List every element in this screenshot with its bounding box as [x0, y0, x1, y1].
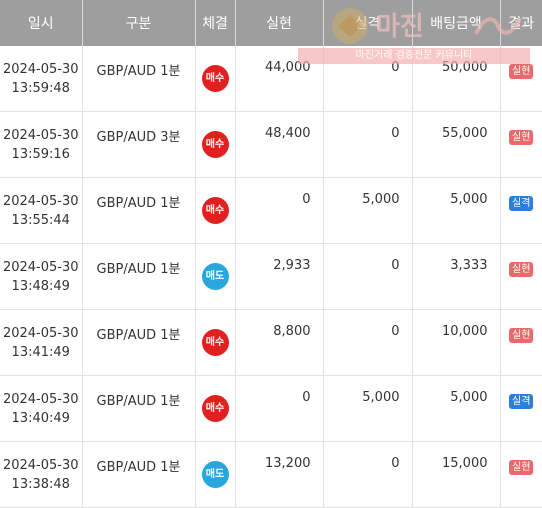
direction-badge: 매수 [201, 329, 229, 356]
table-row[interactable]: 2024-05-30 13:48:49 GBP/AUD 1분 매도 2,933 … [0, 243, 542, 310]
cell-loss: 0 [323, 46, 413, 112]
cell-result: 실격 [500, 177, 542, 244]
cell-result: 실격 [500, 375, 542, 442]
trade-history-table: 일시 구분 체결 실현 실격 배팅금액 결과 2024-05-30 13:59:… [0, 0, 542, 508]
table-row[interactable]: 2024-05-30 13:59:48 GBP/AUD 1분 매수 44,000… [0, 46, 542, 112]
cell-result: 실현 [500, 309, 542, 376]
cell-loss: 0 [323, 243, 413, 310]
result-badge: 실현 [509, 130, 534, 145]
cell-bet: 5,000 [412, 177, 501, 244]
cell-result: 실현 [500, 243, 542, 310]
cell-bet: 50,000 [412, 46, 501, 112]
cell-loss: 0 [323, 309, 413, 376]
cell-direction: 매수 [195, 111, 236, 178]
cell-loss: 5,000 [323, 177, 413, 244]
cell-datetime: 2024-05-30 13:59:48 [0, 46, 83, 112]
header-type[interactable]: 구분 [82, 0, 196, 46]
cell-direction: 매수 [195, 375, 236, 442]
cell-direction: 매도 [195, 243, 236, 310]
cell-datetime: 2024-05-30 13:40:49 [0, 375, 83, 442]
header-realized[interactable]: 실현 [235, 0, 324, 46]
cell-time: 13:59:16 [11, 147, 70, 162]
table-row[interactable]: 2024-05-30 13:55:44 GBP/AUD 1분 매수 0 5,00… [0, 177, 542, 244]
cell-datetime: 2024-05-30 13:38:48 [0, 441, 83, 508]
cell-direction: 매수 [195, 309, 236, 376]
header-date[interactable]: 일시 [0, 0, 83, 46]
table-row[interactable]: 2024-05-30 13:38:48 GBP/AUD 1분 매도 13,200… [0, 441, 542, 508]
cell-time: 13:40:49 [11, 411, 70, 426]
cell-type: GBP/AUD 1분 [82, 243, 196, 310]
cell-type: GBP/AUD 3분 [82, 111, 196, 178]
direction-badge: 매수 [201, 395, 229, 422]
cell-bet: 10,000 [412, 309, 501, 376]
result-badge: 실격 [509, 196, 534, 211]
cell-type: GBP/AUD 1분 [82, 375, 196, 442]
cell-loss: 0 [323, 441, 413, 508]
cell-datetime: 2024-05-30 13:59:16 [0, 111, 83, 178]
direction-badge: 매도 [201, 263, 229, 290]
header-row: 일시 구분 체결 실현 실격 배팅금액 결과 [0, 0, 542, 46]
cell-loss: 0 [323, 111, 413, 178]
cell-datetime: 2024-05-30 13:55:44 [0, 177, 83, 244]
cell-realized: 0 [235, 177, 324, 244]
direction-badge: 매수 [201, 131, 229, 158]
cell-time: 13:55:44 [11, 213, 70, 228]
cell-result: 실현 [500, 441, 542, 508]
table-row[interactable]: 2024-05-30 13:59:16 GBP/AUD 3분 매수 48,400… [0, 111, 542, 178]
cell-realized: 0 [235, 375, 324, 442]
cell-type: GBP/AUD 1분 [82, 177, 196, 244]
cell-date: 2024-05-30 [2, 458, 79, 473]
cell-loss: 5,000 [323, 375, 413, 442]
cell-date: 2024-05-30 [2, 392, 79, 407]
result-badge: 실현 [509, 460, 534, 475]
cell-bet: 5,000 [412, 375, 501, 442]
cell-datetime: 2024-05-30 13:48:49 [0, 243, 83, 310]
cell-realized: 8,800 [235, 309, 324, 376]
cell-date: 2024-05-30 [2, 260, 79, 275]
header-result[interactable]: 결과 [500, 0, 542, 46]
cell-type: GBP/AUD 1분 [82, 46, 196, 112]
trade-history-panel: 일시 구분 체결 실현 실격 배팅금액 결과 2024-05-30 13:59:… [0, 0, 542, 508]
cell-bet: 15,000 [412, 441, 501, 508]
table-header: 일시 구분 체결 실현 실격 배팅금액 결과 [0, 0, 542, 46]
cell-realized: 13,200 [235, 441, 324, 508]
cell-direction: 매도 [195, 441, 236, 508]
result-badge: 실현 [509, 328, 534, 343]
header-bet[interactable]: 배팅금액 [412, 0, 501, 46]
header-loss[interactable]: 실격 [323, 0, 413, 46]
cell-time: 13:48:49 [11, 279, 70, 294]
cell-date: 2024-05-30 [2, 128, 79, 143]
cell-direction: 매수 [195, 46, 236, 112]
cell-type: GBP/AUD 1분 [82, 441, 196, 508]
table-row[interactable]: 2024-05-30 13:40:49 GBP/AUD 1분 매수 0 5,00… [0, 375, 542, 442]
result-badge: 실현 [509, 262, 534, 277]
cell-result: 실현 [500, 111, 542, 178]
table-row[interactable]: 2024-05-30 13:41:49 GBP/AUD 1분 매수 8,800 … [0, 309, 542, 376]
cell-result: 실현 [500, 46, 542, 112]
cell-realized: 2,933 [235, 243, 324, 310]
cell-time: 13:59:48 [11, 81, 70, 96]
cell-realized: 48,400 [235, 111, 324, 178]
direction-badge: 매도 [201, 461, 229, 488]
cell-time: 13:38:48 [11, 477, 70, 492]
cell-date: 2024-05-30 [2, 194, 79, 209]
cell-time: 13:41:49 [11, 345, 70, 360]
direction-badge: 매수 [201, 197, 229, 224]
table-body: 2024-05-30 13:59:48 GBP/AUD 1분 매수 44,000… [0, 46, 542, 508]
result-badge: 실격 [509, 394, 534, 409]
cell-date: 2024-05-30 [2, 326, 79, 341]
cell-realized: 44,000 [235, 46, 324, 112]
cell-date: 2024-05-30 [2, 62, 79, 77]
cell-type: GBP/AUD 1분 [82, 309, 196, 376]
cell-bet: 55,000 [412, 111, 501, 178]
cell-direction: 매수 [195, 177, 236, 244]
cell-bet: 3,333 [412, 243, 501, 310]
header-direction[interactable]: 체결 [195, 0, 236, 46]
direction-badge: 매수 [201, 65, 229, 92]
cell-datetime: 2024-05-30 13:41:49 [0, 309, 83, 376]
result-badge: 실현 [509, 64, 534, 79]
